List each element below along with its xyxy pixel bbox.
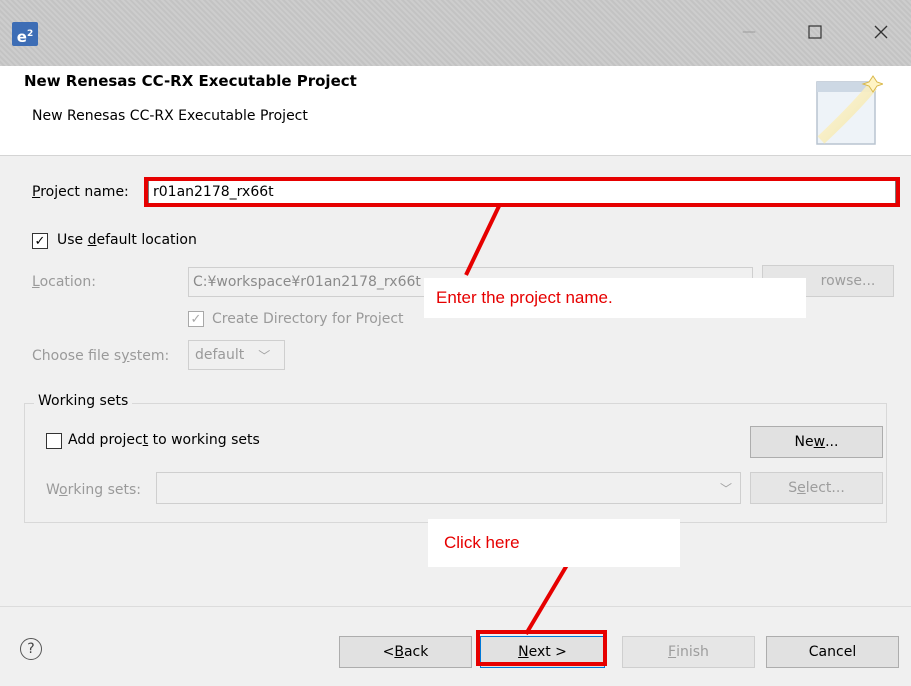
annotation-lines [464, 203, 572, 636]
callout-enter-project-name: Enter the project name. [424, 278, 806, 318]
project-name-highlight [144, 177, 900, 207]
callout-click-here: Click here [428, 519, 680, 567]
next-button-highlight [476, 630, 607, 666]
